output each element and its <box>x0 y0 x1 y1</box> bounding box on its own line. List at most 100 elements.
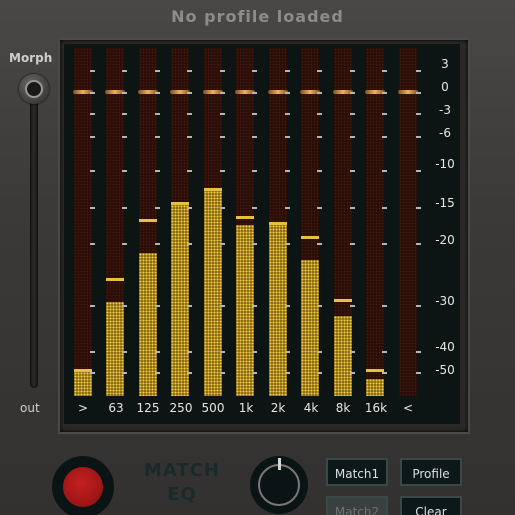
match-eq-title: MATCH EQ <box>128 459 236 507</box>
scale-tick <box>155 351 160 353</box>
scale-tick <box>252 305 257 307</box>
scale-label: -10 <box>435 157 455 171</box>
scale-tick <box>220 372 225 374</box>
match-eq-plugin: No profile loaded Morph out 3 0 -3 -6 -1… <box>0 0 515 515</box>
band-label: 500 <box>201 401 225 415</box>
scale-label: -15 <box>435 196 455 210</box>
scale-tick <box>155 170 160 172</box>
scale-tick <box>317 305 322 307</box>
scale-tick <box>382 70 387 72</box>
scale-tick <box>122 372 127 374</box>
scale-tick <box>285 170 290 172</box>
scale-label: -30 <box>435 294 455 308</box>
morph-slider-track[interactable] <box>30 98 38 388</box>
scale-tick <box>187 305 192 307</box>
band-meter-level <box>269 225 287 396</box>
band-meter-level <box>74 372 92 396</box>
band-meter <box>138 48 158 396</box>
band-meter-peak <box>171 202 189 205</box>
scale-tick <box>122 351 127 353</box>
scale-tick <box>90 92 95 94</box>
scale-tick <box>252 136 257 138</box>
band-meter <box>268 48 288 396</box>
scale-tick <box>382 207 387 209</box>
scale-tick <box>350 70 355 72</box>
band-meter-peak <box>236 216 254 219</box>
band-meter-level <box>366 379 384 396</box>
morph-out-label: out <box>20 401 40 415</box>
match2-button[interactable]: Match2 <box>326 496 388 515</box>
scale-tick <box>187 243 192 245</box>
scale-tick <box>285 372 290 374</box>
scale-tick <box>122 207 127 209</box>
morph-label: Morph <box>9 51 53 65</box>
band-label: > <box>77 401 89 415</box>
scale-tick <box>252 92 257 94</box>
match1-button[interactable]: Match1 <box>326 458 388 486</box>
band-label: 8k <box>335 401 351 415</box>
band-meter-level <box>204 191 222 396</box>
scale-tick <box>317 243 322 245</box>
scale-tick <box>382 136 387 138</box>
scale-tick <box>187 351 192 353</box>
scale-tick <box>155 372 160 374</box>
scale-tick <box>90 70 95 72</box>
band-meter <box>203 48 223 396</box>
band-meter <box>365 48 385 396</box>
scale-tick <box>220 351 225 353</box>
band-meter-peak <box>301 236 319 239</box>
scale-tick <box>252 243 257 245</box>
scale-tick <box>317 207 322 209</box>
scale-tick <box>122 136 127 138</box>
band-label: 1k <box>238 401 254 415</box>
scale-tick <box>155 113 160 115</box>
morph-slider-handle[interactable] <box>19 74 49 104</box>
power-button[interactable] <box>52 456 114 515</box>
band-meter-level <box>236 225 254 396</box>
scale-tick <box>350 92 355 94</box>
scale-tick <box>252 70 257 72</box>
scale-tick <box>382 351 387 353</box>
scale-tick <box>122 305 127 307</box>
band-meter <box>333 48 353 396</box>
scale-tick <box>285 305 290 307</box>
scale-tick <box>252 372 257 374</box>
band-meter <box>235 48 255 396</box>
scale-tick <box>285 351 290 353</box>
band-meter-peak <box>106 278 124 281</box>
scale-tick <box>382 243 387 245</box>
scale-tick <box>382 170 387 172</box>
scale-tick <box>416 113 421 115</box>
scale-tick <box>350 207 355 209</box>
scale-tick <box>187 70 192 72</box>
scale-tick <box>220 92 225 94</box>
scale-tick <box>220 207 225 209</box>
scale-label: -3 <box>439 103 451 117</box>
band-zero-marker <box>398 90 418 94</box>
clear-button[interactable]: Clear <box>400 496 462 515</box>
band-meter-peak <box>204 188 222 191</box>
match-title-line: EQ <box>167 484 197 505</box>
scale-tick <box>187 136 192 138</box>
scale-tick <box>416 351 421 353</box>
band-label: 16k <box>364 401 388 415</box>
scale-tick <box>317 70 322 72</box>
scale-tick <box>317 170 322 172</box>
scale-tick <box>155 92 160 94</box>
profile-button[interactable]: Profile <box>400 458 462 486</box>
scale-tick <box>317 92 322 94</box>
scale-label: -40 <box>435 340 455 354</box>
scale-tick <box>187 113 192 115</box>
scale-tick <box>252 207 257 209</box>
scale-tick <box>155 243 160 245</box>
scale-tick <box>252 170 257 172</box>
scale-tick <box>90 207 95 209</box>
scale-tick <box>187 170 192 172</box>
band-meter <box>398 48 418 396</box>
scale-tick <box>220 243 225 245</box>
scale-tick <box>317 113 322 115</box>
scale-tick <box>122 70 127 72</box>
scale-tick <box>416 305 421 307</box>
scale-tick <box>382 372 387 374</box>
scale-tick <box>155 207 160 209</box>
